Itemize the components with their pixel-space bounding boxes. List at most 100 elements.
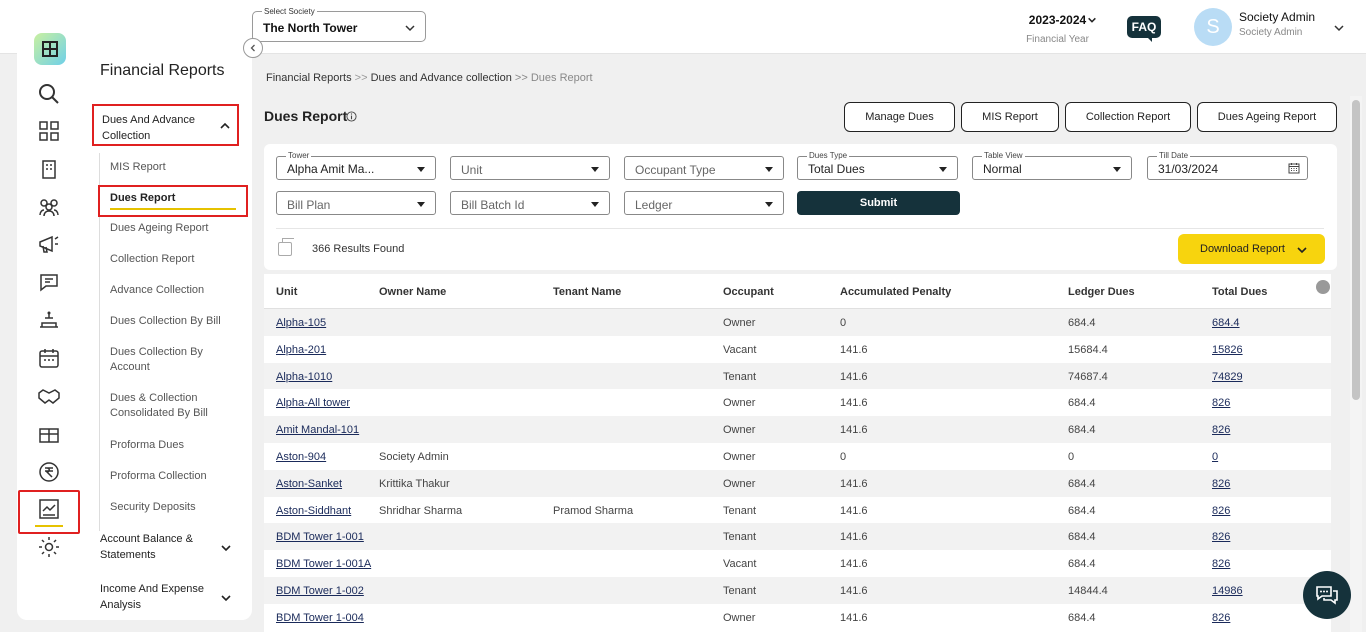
dashboard-icon[interactable] [37, 119, 61, 143]
chat-icon[interactable] [37, 270, 61, 294]
cell-unit[interactable]: Alpha-105 [276, 317, 326, 329]
cell-unit[interactable]: Aston-904 [276, 451, 326, 463]
cell-total-dues[interactable]: 826 [1212, 612, 1230, 624]
society-select[interactable]: Select Society The North Tower [252, 7, 426, 42]
cell-total-dues[interactable]: 826 [1212, 531, 1230, 543]
subnav-item-advance-collection[interactable]: Advance Collection [110, 283, 230, 298]
page-scrollbar[interactable] [1350, 96, 1362, 632]
col-tenant-name[interactable]: Tenant Name [553, 286, 621, 298]
select-all-checkbox[interactable] [278, 242, 292, 256]
column-settings-icon[interactable] [1316, 280, 1330, 294]
collection-report-button[interactable]: Collection Report [1065, 102, 1191, 132]
cell-unit[interactable]: Amit Mandal-101 [276, 424, 359, 436]
subnav-item-collection-report[interactable]: Collection Report [110, 252, 230, 267]
mis-report-button[interactable]: MIS Report [961, 102, 1059, 132]
col-owner-name[interactable]: Owner Name [379, 286, 446, 298]
cell-unit[interactable]: BDM Tower 1-001A [276, 558, 371, 570]
breadcrumb-dues-advance[interactable]: Dues and Advance collection [371, 72, 512, 84]
cell-occupant: Owner [723, 424, 756, 437]
subnav-item-dues-ageing[interactable]: Dues Ageing Report [110, 221, 230, 236]
col-total-dues[interactable]: Total Dues [1212, 286, 1267, 298]
col-occupant[interactable]: Occupant [723, 286, 774, 298]
rupee-icon[interactable] [37, 460, 61, 484]
chevron-down-icon[interactable] [220, 592, 232, 604]
breadcrumb-financial-reports[interactable]: Financial Reports [266, 72, 352, 84]
cell-total-dues[interactable]: 14986 [1212, 585, 1243, 597]
ledger-select[interactable]: Ledger [624, 191, 784, 215]
cell-unit[interactable]: BDM Tower 1-004 [276, 612, 364, 624]
subnav-group-income-expense[interactable]: Income And Expense Analysis [100, 581, 210, 613]
info-icon[interactable] [346, 111, 357, 122]
subnav-group-dues-advance[interactable]: Dues And Advance Collection [92, 104, 239, 146]
tower-select[interactable]: Tower Alpha Amit Ma... [276, 151, 436, 180]
dues-type-select[interactable]: Dues Type Total Dues [797, 151, 958, 180]
cell-total-dues[interactable]: 826 [1212, 478, 1230, 490]
ledger-placeholder: Ledger [635, 198, 673, 212]
reports-chart-icon[interactable] [37, 497, 61, 521]
bill-plan-select[interactable]: Bill Plan [276, 191, 436, 215]
scrollbar-thumb[interactable] [1352, 100, 1360, 400]
cell-total-dues[interactable]: 15826 [1212, 344, 1243, 356]
cell-total-dues[interactable]: 0 [1212, 451, 1218, 463]
unit-select[interactable]: Unit [450, 156, 610, 180]
avatar[interactable]: S [1194, 8, 1232, 46]
financial-year-select[interactable]: 2023-2024 Financial Year [1010, 13, 1105, 45]
cell-unit[interactable]: Alpha-All tower [276, 397, 350, 409]
cell-total-dues[interactable]: 684.4 [1212, 317, 1240, 329]
settings-gear-icon[interactable] [37, 535, 61, 559]
subnav-item-dues-collection-account[interactable]: Dues Collection By Account [110, 345, 210, 375]
caret-down-icon [765, 167, 773, 172]
subnav-item-security-deposits[interactable]: Security Deposits [110, 500, 230, 515]
subnav-item-dues-consolidated[interactable]: Dues & Collection Consolidated By Bill [110, 391, 220, 421]
user-name[interactable]: Society Admin [1239, 10, 1315, 24]
handshake-icon[interactable] [37, 384, 61, 408]
subnav-item-proforma-collection[interactable]: Proforma Collection [110, 469, 230, 484]
sidebar-collapse-button[interactable] [243, 38, 263, 58]
dues-ageing-report-button[interactable]: Dues Ageing Report [1197, 102, 1337, 132]
members-icon[interactable] [37, 195, 61, 219]
calendar-icon[interactable] [37, 346, 61, 370]
subnav-item-proforma-dues[interactable]: Proforma Dues [110, 438, 230, 453]
breadcrumb-separator: >> [514, 72, 528, 84]
megaphone-icon[interactable] [37, 232, 61, 256]
submit-button[interactable]: Submit [797, 191, 960, 215]
cell-unit[interactable]: Aston-Siddhant [276, 505, 351, 517]
cell-unit[interactable]: BDM Tower 1-002 [276, 585, 364, 597]
col-accumulated-penalty[interactable]: Accumulated Penalty [840, 286, 951, 298]
app-logo[interactable] [34, 33, 66, 65]
user-role: Society Admin [1239, 27, 1303, 38]
cell-total-dues[interactable]: 74829 [1212, 371, 1243, 383]
calendar-icon[interactable] [1288, 162, 1300, 174]
cell-occupant: Owner [723, 317, 756, 329]
cell-total-dues[interactable]: 826 [1212, 558, 1230, 570]
table-view-select[interactable]: Table View Normal [972, 151, 1132, 180]
download-report-button[interactable]: Download Report [1178, 234, 1325, 264]
cell-total-dues[interactable]: 826 [1212, 397, 1230, 409]
search-icon[interactable] [37, 82, 61, 106]
cell-total-dues[interactable]: 826 [1212, 505, 1230, 517]
service-icon[interactable] [37, 308, 61, 332]
manage-dues-button[interactable]: Manage Dues [844, 102, 955, 132]
col-unit[interactable]: Unit [276, 286, 297, 298]
faq-button[interactable]: FAQ [1127, 16, 1161, 38]
subnav-group-account-balance[interactable]: Account Balance & Statements [100, 531, 210, 563]
subnav-item-dues-collection-bill[interactable]: Dues Collection By Bill [110, 314, 230, 329]
gift-icon[interactable] [37, 422, 61, 446]
cell-unit[interactable]: Aston-Sanket [276, 478, 342, 490]
col-ledger-dues[interactable]: Ledger Dues [1068, 286, 1135, 298]
cell-unit[interactable]: Alpha-1010 [276, 371, 332, 383]
occupant-type-select[interactable]: Occupant Type [624, 156, 784, 180]
bill-plan-placeholder: Bill Plan [287, 198, 331, 212]
subnav-item-dues-report[interactable]: Dues Report [98, 185, 248, 217]
building-icon[interactable] [37, 157, 61, 181]
bill-batch-select[interactable]: Bill Batch Id [450, 191, 610, 215]
chevron-down-icon[interactable] [1333, 22, 1345, 34]
till-date-field[interactable]: Till Date 31/03/2024 [1147, 151, 1308, 180]
subnav-item-mis-report[interactable]: MIS Report [110, 160, 230, 175]
support-chat-button[interactable] [1303, 571, 1351, 619]
table-row: BDM Tower 1-001A Vacant 141.6 684.4 826 [264, 550, 1331, 577]
chevron-down-icon[interactable] [220, 542, 232, 554]
cell-total-dues[interactable]: 826 [1212, 424, 1230, 436]
cell-unit[interactable]: Alpha-201 [276, 344, 326, 356]
cell-unit[interactable]: BDM Tower 1-001 [276, 531, 364, 543]
